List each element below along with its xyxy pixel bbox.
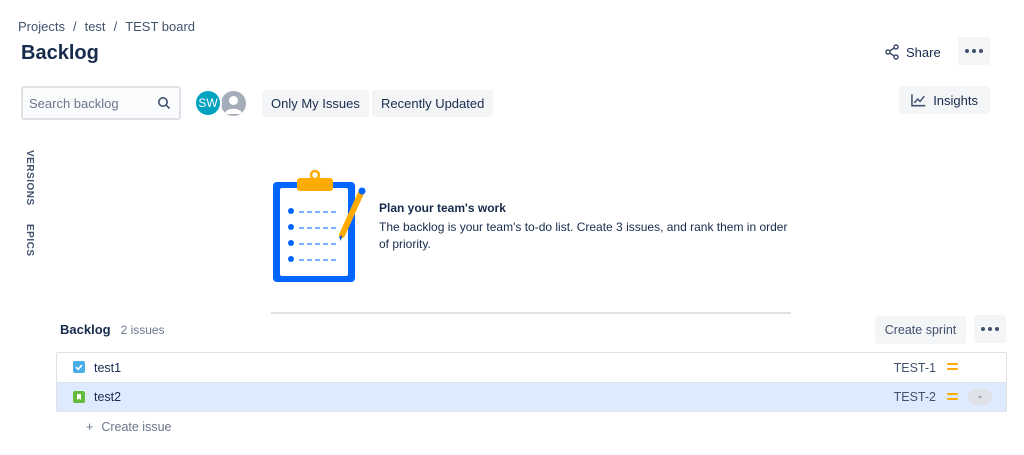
search-box [21,86,181,120]
backlog-issue-count: 2 issues [120,323,165,337]
issue-summary: test1 [94,360,122,375]
share-icon [885,44,899,60]
backlog-header: Backlog 2 issues [60,322,165,337]
backlog-more-button[interactable] [974,315,1006,343]
avatar-unassigned[interactable] [219,89,248,118]
issue-row[interactable]: test1 TEST-1 [57,353,1006,382]
create-issue-button[interactable]: + Create issue [86,420,172,434]
breadcrumb-projects[interactable]: Projects [18,19,65,34]
plus-icon: + [86,420,94,434]
create-issue-label: Create issue [101,420,172,434]
priority-medium-icon [947,363,958,373]
insights-label: Insights [933,92,978,108]
breadcrumb-separator: / [113,19,118,34]
breadcrumb-board[interactable]: TEST board [125,19,195,34]
more-actions-button[interactable] [958,37,990,65]
issue-summary: test2 [94,390,122,404]
priority-medium-icon [947,393,958,403]
epics-panel-tab[interactable]: EPICS [24,224,35,257]
divider [271,312,791,314]
search-icon[interactable] [157,96,171,110]
filter-only-my-issues[interactable]: Only My Issues [262,90,369,117]
chart-line-icon [911,94,926,107]
issue-key[interactable]: TEST-2 [894,390,936,404]
share-button[interactable]: Share [878,39,947,65]
person-icon [225,96,242,114]
issue-key[interactable]: TEST-1 [894,361,936,375]
breadcrumb-separator: / [72,19,77,34]
share-label: Share [906,44,941,60]
more-icon [981,327,999,331]
backlog-title: Backlog [60,322,111,337]
issue-row[interactable]: test2 TEST-2 - [57,382,1006,411]
search-input[interactable] [29,95,149,111]
empty-state-text: The backlog is your team's to-do list. C… [379,220,788,251]
filter-recently-updated[interactable]: Recently Updated [372,90,494,117]
versions-panel-tab[interactable]: VERSIONS [24,150,35,206]
task-type-icon [73,361,85,373]
issue-list: test1 TEST-1 test2 TEST-2 - [56,352,1007,412]
clipboard-illustration [273,170,366,282]
empty-state-title: Plan your team's work [379,201,506,215]
create-sprint-button[interactable]: Create sprint [875,316,966,344]
avatar-sw[interactable]: SW [194,89,222,117]
story-points-badge[interactable]: - [968,389,992,405]
page-title: Backlog [21,42,99,64]
more-icon [965,49,983,53]
breadcrumb: Projects / test / TEST board [18,19,195,34]
story-type-icon [73,391,85,403]
breadcrumb-project[interactable]: test [85,19,106,34]
insights-button[interactable]: Insights [899,86,990,114]
